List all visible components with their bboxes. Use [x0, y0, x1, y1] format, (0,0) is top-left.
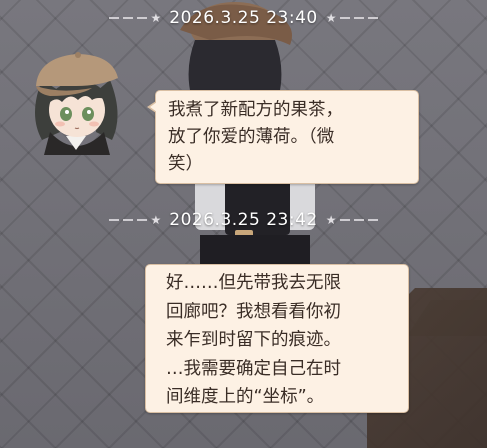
reply-line: 来乍到时留下的痕迹。 — [166, 330, 341, 350]
dialogue-line: 笑） — [168, 154, 203, 174]
timestamp-right-decoration: ★ — [326, 12, 379, 24]
timestamp-left-decoration: ★ — [108, 213, 162, 227]
timestamp-text: 2026.3.25 23:40 — [169, 8, 318, 28]
star-icon: ★ — [325, 11, 337, 25]
star-icon: ★ — [150, 11, 162, 25]
timestamp-right-decoration: ★ — [326, 214, 379, 226]
reply-line: 好……但先带我去无限 — [166, 273, 341, 293]
dialogue-bubble: 我煮了新配方的果茶， 放了你爱的薄荷。（微 笑） — [147, 90, 419, 184]
dialogue-line: 我煮了新配方的果茶， — [168, 100, 343, 120]
timestamp-left-decoration: ★ — [108, 11, 162, 25]
star-icon: ★ — [325, 213, 337, 227]
timestamp-text: 2026.3.25 23:42 — [169, 210, 318, 230]
message-timestamp: ★ 2026.3.25 23:42 ★ — [0, 208, 487, 232]
reply-line: 间维度上的“坐标”。 — [166, 387, 325, 407]
reply-line: 回廊吧？我想看看你初 — [166, 301, 341, 322]
reply-line: …我需要确定自己在时 — [166, 358, 341, 379]
reply-text: 好……但先带我去无限 回廊吧？我想看看你初 来乍到时留下的痕迹。 …我需要确定自… — [166, 269, 398, 412]
dialogue-text: 我煮了新配方的果茶， 放了你爱的薄荷。（微 笑） — [168, 97, 408, 178]
message-timestamp: ★ 2026.3.25 23:40 ★ — [0, 6, 487, 30]
character-avatar[interactable] — [20, 40, 132, 155]
reply-bubble: 好……但先带我去无限 回廊吧？我想看看你初 来乍到时留下的痕迹。 …我需要确定自… — [145, 264, 409, 413]
star-icon: ★ — [150, 213, 162, 227]
dialogue-line: 放了你爱的薄荷。（微 — [168, 127, 335, 147]
